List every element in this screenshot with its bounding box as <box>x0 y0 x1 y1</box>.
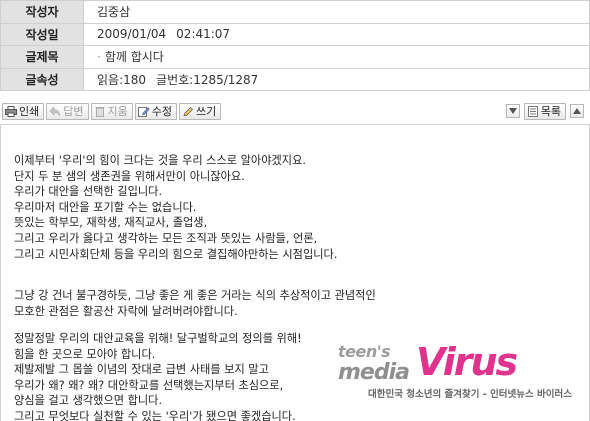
trash-icon <box>94 106 106 117</box>
body-line: 우리가 대안을 선택한 길입니다. <box>14 185 163 199</box>
prev-post-button[interactable] <box>570 104 584 118</box>
teens-media-virus-watermark: teen's media Virus 대한민국 청소년의 즐겨찾기 - 인터넷뉴… <box>338 340 578 404</box>
watermark-tagline: 대한민국 청소년의 즐겨찾기 - 인터넷뉴스 바이러스 <box>368 389 573 400</box>
watermark-media: media <box>338 360 410 385</box>
body-line: 그리고 우리가 옳다고 생각하는 모든 조직과 뜻있는 사람들, 언론, <box>14 231 318 245</box>
body-line: 이제부터 '우리'의 힘이 크다는 것을 우리 스스로 알아야겠지요. <box>14 154 306 167</box>
subject-row: 글제목 · 함께 합시다 <box>0 45 590 69</box>
info-value: 읽음:180 글번호:1285/1287 <box>83 67 590 91</box>
author-label: 작성자 <box>0 0 84 24</box>
subject-label: 글제목 <box>0 45 84 69</box>
paragraph-2: 그냥 강 건너 불구경하듯, 그냥 좋은 게 좋은 거라는 식의 추상적이고 관… <box>14 288 574 319</box>
list-button[interactable]: 목록 <box>523 102 566 120</box>
info-row: 글속성 읽음:180 글번호:1285/1287 <box>0 67 590 91</box>
print-button[interactable]: 인쇄 <box>2 102 45 120</box>
printer-icon <box>5 105 17 117</box>
date-value: 2009/01/04 02:41:07 <box>83 22 590 46</box>
paragraph-1: 이제부터 '우리'의 힘이 크다는 것을 우리 스스로 알아야겠지요. 단지 두… <box>14 153 574 262</box>
post-meta-table: 작성자 김중삼 작성일 2009/01/04 02:41:07 글제목 · 함께 합… <box>0 0 590 91</box>
body-line: 그리고 시민사회단체 등을 우리의 힘으로 결집해야만하는 시점입니다. <box>14 247 338 261</box>
list-label: 목록 <box>540 105 561 118</box>
reply-icon <box>49 105 61 117</box>
edit-label: 수정 <box>151 105 172 118</box>
write-label: 쓰기 <box>196 105 217 118</box>
date-label: 작성일 <box>0 22 84 46</box>
reply-label: 답변 <box>63 105 84 118</box>
views-count: 읽음:180 <box>97 72 147 87</box>
delete-label: 지움 <box>107 105 128 118</box>
triangle-up-icon <box>573 108 581 114</box>
body-line: 우리마저 대안을 포기할 수는 없습니다. <box>14 200 197 214</box>
info-label: 글속성 <box>0 67 84 91</box>
body-line: 단지 두 분 샘의 생존권을 위해서만이 아니잖아요. <box>14 169 245 183</box>
bullet-icon: · <box>97 50 101 65</box>
date-row: 작성일 2009/01/04 02:41:07 <box>0 22 590 46</box>
time-text: 02:41:07 <box>176 27 231 42</box>
edit-button[interactable]: 수정 <box>134 102 177 120</box>
print-label: 인쇄 <box>19 105 40 118</box>
body-line: 모호한 관점은 활공산 자락에 날려버려야합니다. <box>14 304 238 318</box>
write-button[interactable]: 쓰기 <box>179 102 222 120</box>
author-value: 김중삼 <box>83 0 590 24</box>
pencil-icon <box>182 106 194 117</box>
subject-value: · 함께 합시다 <box>83 45 590 69</box>
author-row: 작성자 김중삼 <box>0 0 590 24</box>
toolbar-right: 목록 <box>502 102 584 120</box>
triangle-down-icon <box>508 108 517 114</box>
list-icon <box>527 105 539 117</box>
next-post-button[interactable] <box>505 104 520 118</box>
post-toolbar: 인쇄 답변 지움 수정 쓰기 목록 <box>0 100 590 122</box>
body-line: 뜻있는 학부모, 재학생, 재직교사, 졸업생, <box>14 216 208 230</box>
delete-button[interactable]: 지움 <box>90 102 133 120</box>
body-line: 그리고 무엇보다 실천할 수 있는 '우리'가 됐으면 좋겠습니다. <box>14 409 296 421</box>
watermark-virus: Virus <box>416 340 518 384</box>
body-line: 그냥 강 건너 불구경하듯, 그냥 좋은 게 좋은 거라는 식의 추상적이고 관… <box>14 289 376 302</box>
post-number: 글번호:1285/1287 <box>156 72 259 87</box>
edit-icon <box>137 106 150 117</box>
date-text: 2009/01/04 <box>97 27 167 42</box>
reply-button[interactable]: 답변 <box>46 102 89 120</box>
watermark-teen: teen's <box>338 342 391 361</box>
subject-text: 함께 합시다 <box>104 50 164 65</box>
